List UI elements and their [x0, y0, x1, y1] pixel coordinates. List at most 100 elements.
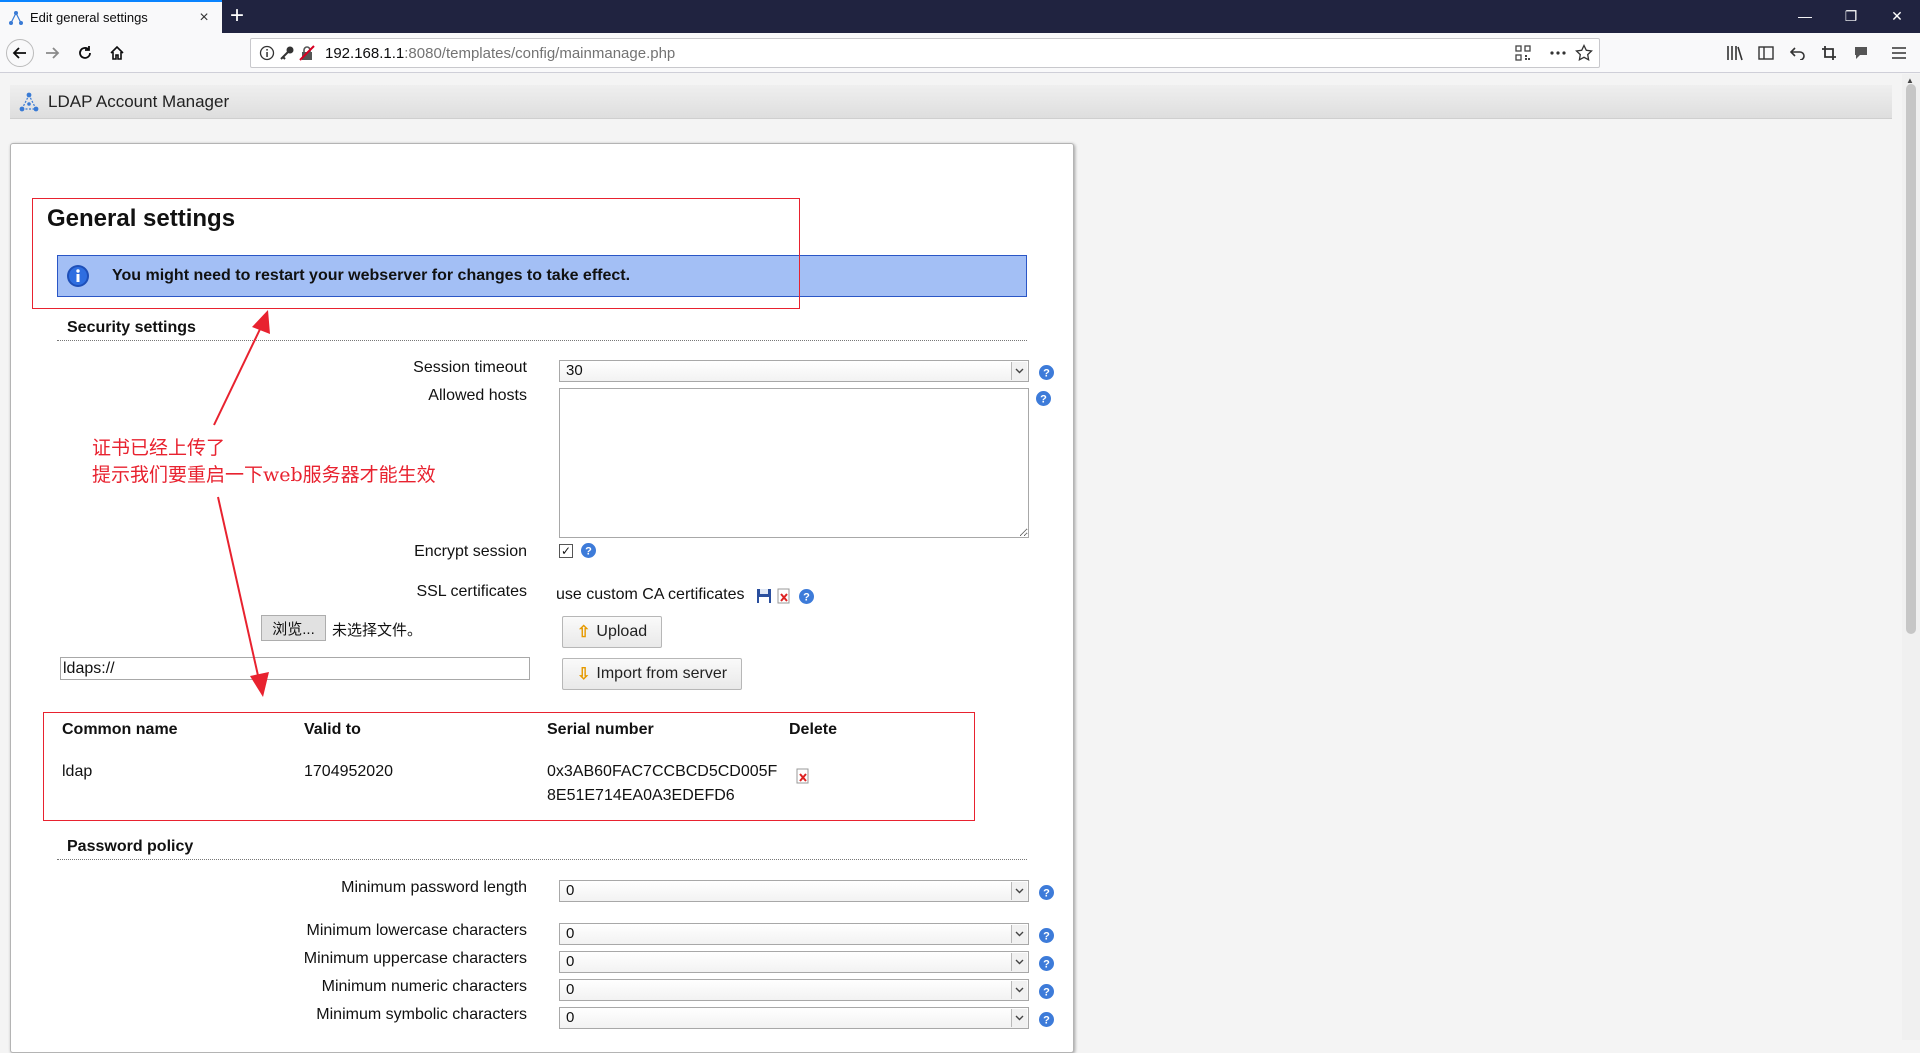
reload-icon[interactable] [71, 39, 99, 67]
min-symbolic-value: 0 [566, 1009, 575, 1026]
undo-icon[interactable] [1786, 41, 1810, 65]
min-numeric-select[interactable]: 0 [559, 979, 1029, 1001]
lam-favicon-icon [9, 10, 23, 25]
url-bar[interactable]: 192.168.1.1:8080/templates/config/mainma… [250, 38, 1600, 68]
minimize-icon[interactable]: — [1782, 0, 1828, 33]
ssl-certificates-value: use custom CA certificates [556, 586, 745, 603]
min-lowercase-help-icon[interactable]: ? [1038, 927, 1055, 944]
min-symbolic-help-icon[interactable]: ? [1038, 1011, 1055, 1028]
min-symbolic-select[interactable]: 0 [559, 1007, 1029, 1029]
svg-text:?: ? [1040, 394, 1047, 406]
app-title: LDAP Account Manager [48, 91, 230, 111]
session-timeout-value: 30 [566, 362, 583, 379]
browser-tab[interactable]: Edit general settings × [0, 0, 222, 33]
crop-icon[interactable] [1817, 41, 1841, 65]
min-password-length-select[interactable]: 0 [559, 880, 1029, 902]
allowed-hosts-help-icon[interactable]: ? [1035, 390, 1052, 407]
library-icon[interactable] [1723, 41, 1747, 65]
chevron-down-icon [1011, 981, 1027, 999]
min-lowercase-select[interactable]: 0 [559, 923, 1029, 945]
encrypt-session-label: Encrypt session [414, 543, 527, 560]
annotation-box-notice [32, 198, 800, 309]
annotation-line-2: 提示我们要重启一下web服务器才能生效 [92, 464, 436, 486]
min-lowercase-label: Minimum lowercase characters [306, 922, 527, 939]
delete-icon[interactable] [776, 588, 792, 604]
url-host: 192.168.1.1 [325, 45, 405, 62]
min-uppercase-value: 0 [566, 953, 575, 970]
chevron-down-icon [1011, 953, 1027, 971]
file-status-text: 未选择文件。 [332, 622, 423, 639]
min-password-length-label: Minimum password length [341, 879, 527, 896]
restore-icon[interactable]: ❐ [1828, 0, 1874, 33]
upload-button-label: Upload [596, 623, 648, 640]
annotation-line-1: 证书已经上传了 [92, 437, 226, 459]
upload-button[interactable]: ⇧ Upload [562, 616, 663, 648]
url-path: :8080/templates/config/mainmanage.php [404, 45, 676, 62]
svg-text:?: ? [1043, 368, 1050, 380]
save-icon[interactable] [756, 588, 772, 604]
password-policy-heading: Password policy [57, 838, 1027, 860]
session-timeout-label: Session timeout [413, 359, 527, 376]
arrow-down-icon: ⇩ [577, 666, 591, 683]
qr-code-icon[interactable] [1515, 45, 1531, 61]
min-numeric-label: Minimum numeric characters [321, 978, 527, 995]
allowed-hosts-label: Allowed hosts [428, 387, 527, 404]
encrypt-session-help-icon[interactable]: ? [580, 542, 597, 559]
tab-title: Edit general settings [30, 10, 148, 25]
forward-icon[interactable] [38, 39, 66, 67]
svg-text:?: ? [803, 592, 810, 604]
import-button-label: Import from server [596, 665, 728, 682]
min-symbolic-label: Minimum symbolic characters [316, 1006, 527, 1023]
min-numeric-help-icon[interactable]: ? [1038, 983, 1055, 1000]
encrypt-session-checkbox[interactable]: ✓ [559, 544, 573, 558]
chevron-down-icon [1011, 1009, 1027, 1027]
home-icon[interactable] [103, 39, 131, 67]
annotation-text: 证书已经上传了 提示我们要重启一下web服务器才能生效 [92, 435, 436, 489]
svg-text:?: ? [1043, 959, 1050, 971]
back-icon[interactable] [6, 39, 34, 67]
chevron-down-icon [1011, 882, 1027, 900]
min-lowercase-value: 0 [566, 925, 575, 942]
new-tab-icon[interactable]: + [230, 4, 244, 28]
close-window-icon[interactable]: ✕ [1874, 0, 1920, 33]
arrow-up-icon: ⇧ [577, 624, 591, 641]
min-uppercase-help-icon[interactable]: ? [1038, 955, 1055, 972]
bookmark-star-icon[interactable] [1575, 44, 1593, 62]
svg-text:?: ? [1043, 931, 1050, 943]
ssl-certificates-label: SSL certificates [416, 583, 527, 600]
lam-logo-icon [19, 92, 39, 111]
server-url-input[interactable]: ldaps:// [60, 657, 530, 680]
menu-icon[interactable] [1887, 41, 1911, 65]
tab-bar: Edit general settings × + — ❐ ✕ [0, 0, 1920, 33]
key-icon[interactable] [279, 45, 295, 61]
min-uppercase-select[interactable]: 0 [559, 951, 1029, 973]
url-text[interactable]: 192.168.1.1:8080/templates/config/mainma… [325, 45, 675, 62]
chat-icon[interactable] [1849, 41, 1873, 65]
import-from-server-button[interactable]: ⇩ Import from server [562, 658, 743, 690]
tab-close-icon[interactable]: × [194, 9, 214, 27]
security-settings-heading: Security settings [57, 319, 1027, 341]
chevron-down-icon [1011, 362, 1027, 380]
scroll-thumb[interactable] [1906, 84, 1916, 634]
svg-text:?: ? [585, 546, 592, 558]
sidebar-icon[interactable] [1754, 41, 1778, 65]
min-password-length-value: 0 [566, 882, 575, 899]
session-timeout-select[interactable]: 30 [559, 360, 1029, 382]
browse-button[interactable]: 浏览... [261, 615, 326, 641]
info-icon[interactable] [259, 45, 275, 61]
session-timeout-help-icon[interactable]: ? [1038, 364, 1055, 381]
navigation-bar: 192.168.1.1:8080/templates/config/mainma… [0, 33, 1920, 73]
ssl-help-icon[interactable]: ? [798, 588, 815, 605]
svg-text:?: ? [1043, 987, 1050, 999]
chevron-down-icon [1011, 925, 1027, 943]
min-uppercase-label: Minimum uppercase characters [303, 950, 527, 967]
annotation-box-cert-table [43, 712, 975, 821]
app-header: LDAP Account Manager [10, 85, 1892, 119]
min-password-length-help-icon[interactable]: ? [1038, 884, 1055, 901]
page-scrollbar[interactable]: ▲ [1902, 74, 1920, 1040]
allowed-hosts-textarea[interactable] [559, 388, 1029, 538]
insecure-lock-icon[interactable] [299, 45, 315, 61]
more-actions-icon[interactable] [1549, 46, 1567, 60]
svg-text:?: ? [1043, 1015, 1050, 1027]
min-numeric-value: 0 [566, 981, 575, 998]
